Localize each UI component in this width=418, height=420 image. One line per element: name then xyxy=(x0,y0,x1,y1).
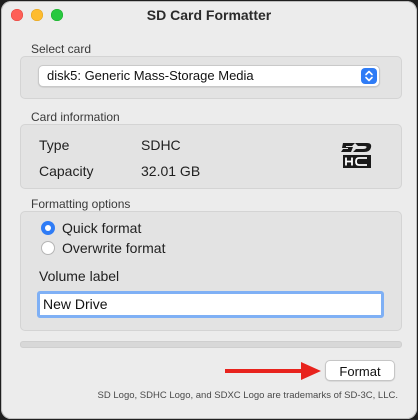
trademark-footer: SD Logo, SDHC Logo, and SDXC Logo are tr… xyxy=(97,390,398,401)
capacity-value: 32.01 GB xyxy=(141,163,201,179)
card-select-value: disk5: Generic Mass-Storage Media xyxy=(47,68,254,83)
capacity-label: Capacity xyxy=(39,163,94,179)
card-information-label: Card information xyxy=(31,110,120,124)
quick-format-radio[interactable] xyxy=(41,221,55,235)
app-window: SD Card Formatter Select card disk5: Gen… xyxy=(1,1,417,419)
overwrite-format-radio[interactable] xyxy=(41,241,55,255)
type-label: Type xyxy=(39,137,70,153)
card-select-popup[interactable]: disk5: Generic Mass-Storage Media xyxy=(38,65,380,87)
quick-format-label[interactable]: Quick format xyxy=(62,220,141,236)
type-value: SDHC xyxy=(141,137,181,153)
volume-label-caption: Volume label xyxy=(39,268,120,284)
format-progress-bar xyxy=(20,341,402,348)
format-button[interactable]: Format xyxy=(325,360,395,381)
window-title: SD Card Formatter xyxy=(146,7,272,23)
select-card-label: Select card xyxy=(31,42,92,56)
overwrite-format-label[interactable]: Overwrite format xyxy=(62,240,165,256)
chevron-up-down-icon xyxy=(361,68,377,84)
title-bar: SD Card Formatter xyxy=(1,1,417,29)
sdhc-logo-icon xyxy=(339,139,375,171)
formatting-options-label: Formatting options xyxy=(31,197,131,211)
red-arrow-icon xyxy=(225,362,321,380)
volume-label-input[interactable] xyxy=(37,291,384,318)
